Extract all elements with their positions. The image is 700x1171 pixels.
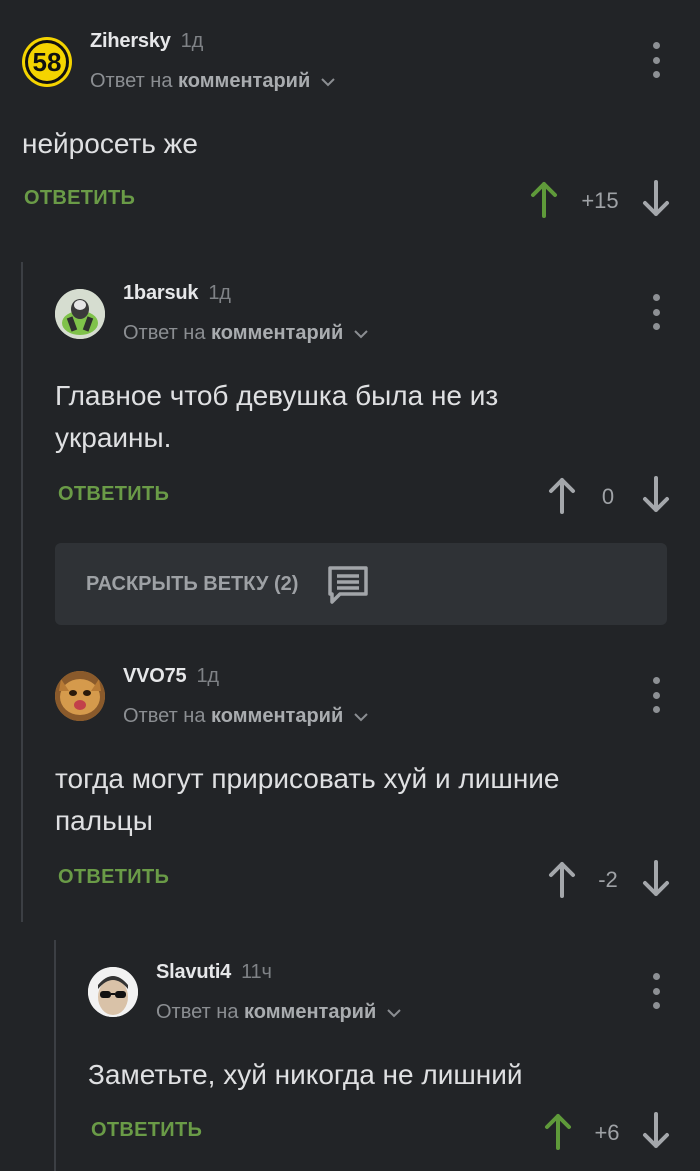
username[interactable]: 1barsuk 1д (123, 282, 231, 305)
reply-button[interactable]: ОТВЕТИТЬ (58, 483, 169, 506)
avatar-image (55, 671, 105, 721)
reply-prefix: Ответ на (90, 70, 173, 92)
comment-time: 1д (208, 282, 231, 304)
reply-prefix: Ответ на (123, 322, 206, 344)
chevron-down-icon[interactable] (320, 76, 336, 88)
vote-up-icon[interactable] (548, 476, 576, 514)
avatar-image (88, 967, 138, 1017)
chevron-down-icon[interactable] (386, 1007, 402, 1019)
reply-to-link[interactable]: Ответ на комментарий (123, 322, 369, 345)
reply-target[interactable]: комментарий (178, 70, 310, 92)
reply-target[interactable]: комментарий (244, 1001, 376, 1023)
comment-text-line: нейросеть же (22, 128, 198, 159)
reply-target[interactable]: комментарий (211, 322, 343, 344)
comment-text: Главное чтоб девушка была не из украины. (55, 375, 498, 459)
expand-branch-button[interactable]: РАСКРЫТЬ ВЕТКУ (2) (55, 543, 667, 625)
username-text[interactable]: Slavuti4 (156, 961, 231, 983)
avatar[interactable] (55, 671, 105, 721)
comment-text: нейросеть же (22, 123, 198, 165)
comment-text-line: тогда могут пририсовать хуй и лишние (55, 763, 560, 794)
username-text[interactable]: Zihersky (90, 30, 171, 52)
comment-text: Заметьте, хуй никогда не лишний (88, 1054, 523, 1096)
avatar[interactable] (88, 967, 138, 1017)
avatar[interactable] (55, 289, 105, 339)
reply-button[interactable]: ОТВЕТИТЬ (91, 1119, 202, 1142)
vote-score: -2 (598, 867, 618, 892)
comment-text-line: Главное чтоб девушка была не из (55, 380, 499, 411)
chevron-down-icon[interactable] (353, 711, 369, 723)
username-text[interactable]: VVO75 (123, 665, 187, 687)
comment-time: 1д (180, 30, 204, 52)
expand-branch-label: РАСКРЫТЬ ВЕТКУ (2) (86, 573, 299, 595)
comment-text: тогда могут пририсовать хуй и лишние пал… (55, 758, 560, 842)
more-menu-icon[interactable] (646, 42, 666, 78)
thread-line (54, 940, 56, 1171)
comment-time: 1д (196, 665, 219, 687)
more-menu-icon[interactable] (646, 294, 666, 330)
avatar[interactable]: 58 (22, 37, 72, 87)
comment-text-line: украины. (55, 422, 172, 453)
chevron-down-icon[interactable] (353, 328, 369, 340)
comment-bubble-icon (328, 566, 368, 604)
vote-up-icon[interactable] (544, 1112, 572, 1150)
reply-button[interactable]: ОТВЕТИТЬ (24, 187, 135, 210)
vote-score: +6 (594, 1120, 620, 1145)
comment-text-line: пальцы (55, 805, 153, 836)
vote-up-icon[interactable] (548, 860, 576, 898)
reply-prefix: Ответ на (123, 705, 206, 727)
username[interactable]: Zihersky 1д (90, 30, 203, 53)
comment-text-line: Заметьте, хуй никогда не лишний (88, 1059, 523, 1090)
reply-prefix: Ответ на (156, 1001, 239, 1023)
vote-down-icon[interactable] (642, 1112, 670, 1150)
more-menu-icon[interactable] (646, 677, 666, 713)
username-text[interactable]: 1barsuk (123, 282, 199, 304)
vote-down-icon[interactable] (642, 476, 670, 514)
more-menu-icon[interactable] (646, 973, 666, 1009)
thread-line (21, 262, 23, 922)
vote-down-icon[interactable] (642, 180, 670, 218)
reply-to-link[interactable]: Ответ на комментарий (90, 70, 336, 93)
username[interactable]: Slavuti4 11ч (156, 961, 272, 984)
comment-time: 11ч (241, 961, 272, 983)
reply-to-link[interactable]: Ответ на комментарий (123, 705, 369, 728)
reply-button[interactable]: ОТВЕТИТЬ (58, 866, 169, 889)
avatar-image (55, 289, 105, 339)
vote-up-icon[interactable] (530, 180, 558, 218)
vote-down-icon[interactable] (642, 860, 670, 898)
reply-target[interactable]: комментарий (211, 705, 343, 727)
username[interactable]: VVO75 1д (123, 665, 219, 688)
vote-score: +15 (581, 188, 619, 213)
reply-to-link[interactable]: Ответ на комментарий (156, 1001, 402, 1024)
vote-score: 0 (601, 484, 615, 509)
avatar-badge: 58 (25, 40, 69, 84)
